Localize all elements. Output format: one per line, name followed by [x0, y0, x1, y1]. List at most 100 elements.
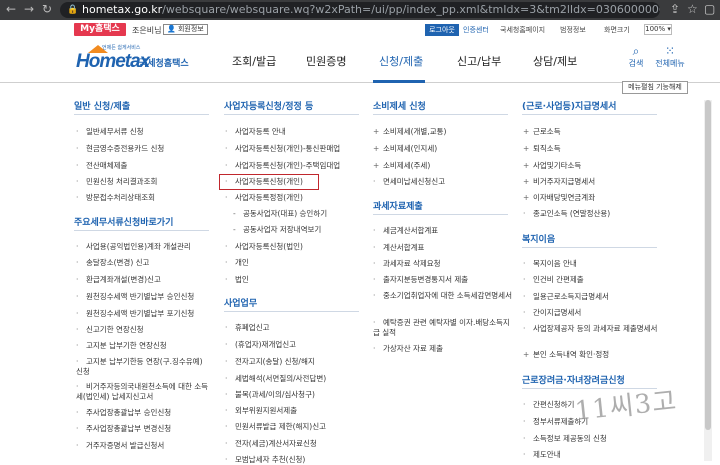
- menu-item[interactable]: + 비거주자지급명세서: [523, 177, 595, 187]
- menu-item[interactable]: · 원천징수세액 반기별납부 승인신청: [76, 292, 194, 302]
- menu-item[interactable]: · 민원서류발급 제한(해지)신고: [225, 422, 326, 432]
- menu-item[interactable]: · 불복(과세/이의/심사청구): [225, 390, 315, 400]
- back-icon[interactable]: ←: [6, 2, 16, 16]
- menu-item[interactable]: · 예탁증권 관련 예탁자별 이자.배당소득지급 실적: [373, 318, 513, 338]
- menu-item[interactable]: · (휴업자)재개업신고: [225, 340, 296, 350]
- menu-item[interactable]: · 사업자등록신청(개인)-주택임대업: [225, 161, 340, 171]
- menu-item[interactable]: · 주사업장총괄납부 승인신청: [76, 408, 171, 418]
- browser-toolbar: ← → ↻ 🔒 hometax.go.kr/websquare/websquar…: [0, 0, 720, 20]
- section-title: 과세자료제출: [373, 202, 423, 212]
- bookmark-icon[interactable]: ☆: [687, 2, 698, 16]
- menu-item[interactable]: · 모범납세자 추천(신청): [225, 455, 305, 465]
- nts-home-link[interactable]: 국세청홈페이지: [500, 25, 545, 35]
- hometax-logo[interactable]: 언제든 쉽게서비스 Hometax 국세청홈택스: [76, 42, 196, 74]
- gnb-certificate[interactable]: 민원증명: [306, 53, 346, 69]
- menu-item[interactable]: · 외부위원지원서제출: [225, 406, 297, 416]
- menu-item[interactable]: · 고지분 납부기한등 연장(구.징수유예) 신청: [76, 357, 211, 377]
- section-title: (근로·사업등)지급명세서: [522, 102, 617, 112]
- cert-center-link[interactable]: 인증센터: [463, 25, 489, 35]
- gnb-inquiry[interactable]: 조회/발급: [232, 53, 276, 69]
- gnb-consult[interactable]: 상담/제보: [533, 53, 577, 69]
- menu-item[interactable]: · 과세자료 삭제요청: [373, 259, 441, 269]
- zoom-select[interactable]: 100% ▾: [644, 24, 672, 35]
- menu-item[interactable]: · 제도안내: [523, 450, 561, 460]
- menu-item[interactable]: · 민원신청 처리결과조회: [76, 177, 157, 187]
- grid-menu-icon: ⁙: [664, 44, 676, 58]
- share-icon[interactable]: ⇪: [670, 2, 680, 16]
- menu-item[interactable]: + 소비제세(주세): [373, 161, 430, 171]
- menu-item[interactable]: · 주사업장총괄납부 변경신청: [76, 424, 171, 434]
- menu-item[interactable]: · 일용근로소득지급명세서: [523, 292, 609, 302]
- sitemap-link[interactable]: 범정정보: [560, 25, 586, 35]
- url-host: hometax.go.kr: [82, 3, 163, 16]
- forward-icon[interactable]: →: [24, 2, 34, 16]
- menu-item[interactable]: + 사업및기타소득: [523, 161, 581, 171]
- menu-item[interactable]: · 사업자등록신청(법인): [225, 242, 303, 252]
- menu-item[interactable]: + 소비제세(인지세): [373, 144, 437, 154]
- zoom-value: 100%: [645, 25, 666, 33]
- menu-item[interactable]: · 환급계좌개설(변경)신고: [76, 275, 161, 285]
- menu-item[interactable]: · 계산서합계표: [373, 243, 424, 253]
- menu-item[interactable]: + 퇴직소득: [523, 144, 561, 154]
- section-title: 사업업무: [224, 299, 258, 309]
- active-tab-indicator: [373, 80, 425, 83]
- menu-item[interactable]: · 복지이음 안내: [523, 259, 577, 269]
- top-utility-bar: My홈택스 조은비님 👤 회원정보 로그아웃 인증센터 국세청홈페이지 범정정보…: [0, 20, 720, 38]
- all-menu-button[interactable]: ⁙ 전체메뉴: [655, 44, 685, 69]
- menu-item[interactable]: · 사업자등록정정(개인): [225, 193, 303, 203]
- menu-item[interactable]: · 전자고지(송달) 신청/해지: [225, 357, 315, 367]
- menu-item[interactable]: + 이자배당및연금계좌: [523, 193, 595, 203]
- menu-item[interactable]: · 휴폐업신고: [225, 323, 270, 333]
- menu-item[interactable]: · 간편신청하기: [523, 400, 574, 410]
- menu-item[interactable]: · 거주자증명서 발급신청서: [76, 441, 164, 451]
- menu-item[interactable]: + 본인 소득내역 확인·정정: [523, 350, 609, 360]
- menu-item[interactable]: · 법인: [225, 275, 249, 285]
- menu-item[interactable]: · 비거주자등의국내원천소득에 대한 소득세(법인세) 납세지신고서: [76, 382, 211, 402]
- menu-item[interactable]: · 사업장제공자 등의 과세자료 제출명세서: [523, 324, 673, 334]
- menu-item[interactable]: + 소비제세(개별,교통): [373, 127, 446, 137]
- menu-item[interactable]: · 출자지분등변경통지서 제출: [373, 275, 468, 285]
- menu-subitem[interactable]: - 공동사업자 저장내역보기: [233, 225, 321, 235]
- section-title: 복지이음: [522, 235, 556, 245]
- search-icon: ⌕: [632, 44, 640, 58]
- menu-item[interactable]: · 현금영수증전용카드 신청: [76, 144, 164, 154]
- my-hometax-button[interactable]: My홈택스: [74, 23, 126, 36]
- menu-item[interactable]: · 전자(세금)계산서자료신청: [225, 439, 317, 449]
- menu-item[interactable]: · 개인: [225, 258, 249, 268]
- menu-item[interactable]: · 세금계산서합계표: [373, 226, 438, 236]
- menu-item[interactable]: · 간이지급명세서: [523, 308, 581, 318]
- address-bar[interactable]: 🔒 hometax.go.kr/websquare/websquare.wq?w…: [60, 2, 660, 18]
- screen-size-label: 화면크기: [604, 26, 630, 34]
- lock-icon: 🔒: [67, 5, 79, 15]
- menu-item[interactable]: + 근로소득: [523, 127, 561, 137]
- menu-item[interactable]: · 세법해석(서면질의/사전답변): [225, 374, 326, 384]
- menu-item[interactable]: · 사업자등록신청(개인)-통신판매업: [225, 144, 340, 154]
- menu-item[interactable]: · 일반세무서류 신청: [76, 127, 144, 137]
- profile-icon[interactable]: ▢: [704, 2, 715, 16]
- menu-item[interactable]: · 송달장소(변경) 신고: [76, 258, 149, 268]
- section-business-registration: 사업자등록신청/정정 등: [224, 100, 359, 115]
- menu-item[interactable]: · 전산매체제출: [76, 161, 127, 171]
- menu-item[interactable]: · 면세미납세신청신고: [373, 177, 445, 187]
- reload-icon[interactable]: ↻: [42, 2, 52, 16]
- section-general-apply: 일반 신청/제출: [74, 100, 209, 115]
- logout-button[interactable]: 로그아웃: [425, 24, 459, 36]
- menu-item[interactable]: · 원천징수세액 반기별납부 포기신청: [76, 309, 194, 319]
- menu-item[interactable]: · 사업자등록 안내: [225, 127, 286, 137]
- search-button[interactable]: ⌕ 검색: [621, 44, 651, 69]
- menu-item[interactable]: · 고지분 납부기한 연장신청: [76, 341, 167, 351]
- menu-item[interactable]: · 중소기업취업자에 대한 소득세감면명세서: [373, 291, 513, 301]
- menu-item[interactable]: · 사업용(공익법인용)계좌 개설관리: [76, 242, 191, 252]
- menu-expand-toggle-button[interactable]: 메뉴펼침 기능해제: [622, 81, 688, 94]
- url-path: /websquare/websquare.wq?w2xPath=/ui/pp/i…: [162, 3, 660, 16]
- section-title: 일반 신청/제출: [74, 102, 131, 112]
- menu-item[interactable]: · 방문접수처리상태조회: [76, 193, 155, 203]
- menu-item[interactable]: · 신고기한 연장신청: [76, 325, 144, 335]
- member-info-button[interactable]: 👤 회원정보: [163, 24, 208, 35]
- gnb-application[interactable]: 신청/제출: [379, 53, 423, 69]
- menu-item[interactable]: · 가상자산 자료 제출: [373, 344, 443, 354]
- gnb-report[interactable]: 신고/납부: [457, 53, 501, 69]
- menu-item[interactable]: · 종교인소득 (연말정산용): [523, 209, 610, 219]
- menu-subitem[interactable]: - 공동사업자(대표) 승인하기: [233, 209, 327, 219]
- menu-item[interactable]: · 인건비 간편제출: [523, 275, 584, 285]
